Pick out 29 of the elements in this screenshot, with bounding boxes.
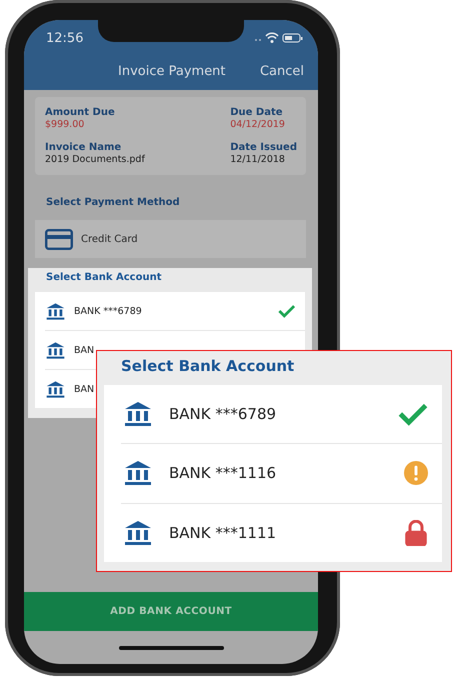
callout-title: Select Bank Account	[121, 357, 296, 375]
bank-icon	[46, 340, 65, 360]
payment-method-option[interactable]: Credit Card	[35, 220, 306, 258]
bank-icon	[46, 380, 65, 398]
field-label: Due Date	[230, 107, 284, 118]
field-value: 2019 Documents.pdf	[45, 154, 146, 165]
bank-icon	[124, 518, 152, 547]
cancel-link[interactable]: Cancel	[260, 64, 304, 78]
field-value: 04/12/2019	[230, 119, 286, 130]
field-value: 12/11/2018	[230, 154, 286, 165]
bank-icon	[124, 400, 152, 428]
bank-account-row[interactable]: BAN	[35, 331, 94, 369]
field-label: Amount Due	[45, 107, 116, 118]
field-label: Invoice Name	[45, 142, 122, 153]
status-icons	[254, 32, 304, 44]
sheet-title: Select Bank Account	[46, 272, 162, 283]
bank-account-row[interactable]: BANK ***1111	[121, 502, 442, 562]
section-heading: Select Payment Method	[46, 197, 181, 208]
status-time: 12:56	[46, 30, 84, 46]
bank-account-row[interactable]: BANK ***6789	[104, 385, 442, 444]
bank-account-row[interactable]: BAN	[35, 370, 94, 408]
bank-account-row[interactable]: BANK ***1116	[121, 443, 442, 503]
screen-title: Invoice Payment	[118, 64, 226, 78]
credit-card-icon	[45, 228, 73, 250]
bank-icon	[46, 302, 65, 320]
field-label: Date Issued	[230, 142, 297, 153]
bank-account-row[interactable]: BANK ***6789	[35, 292, 305, 330]
field-value: $999.00	[45, 119, 86, 130]
bank-icon	[124, 459, 152, 488]
